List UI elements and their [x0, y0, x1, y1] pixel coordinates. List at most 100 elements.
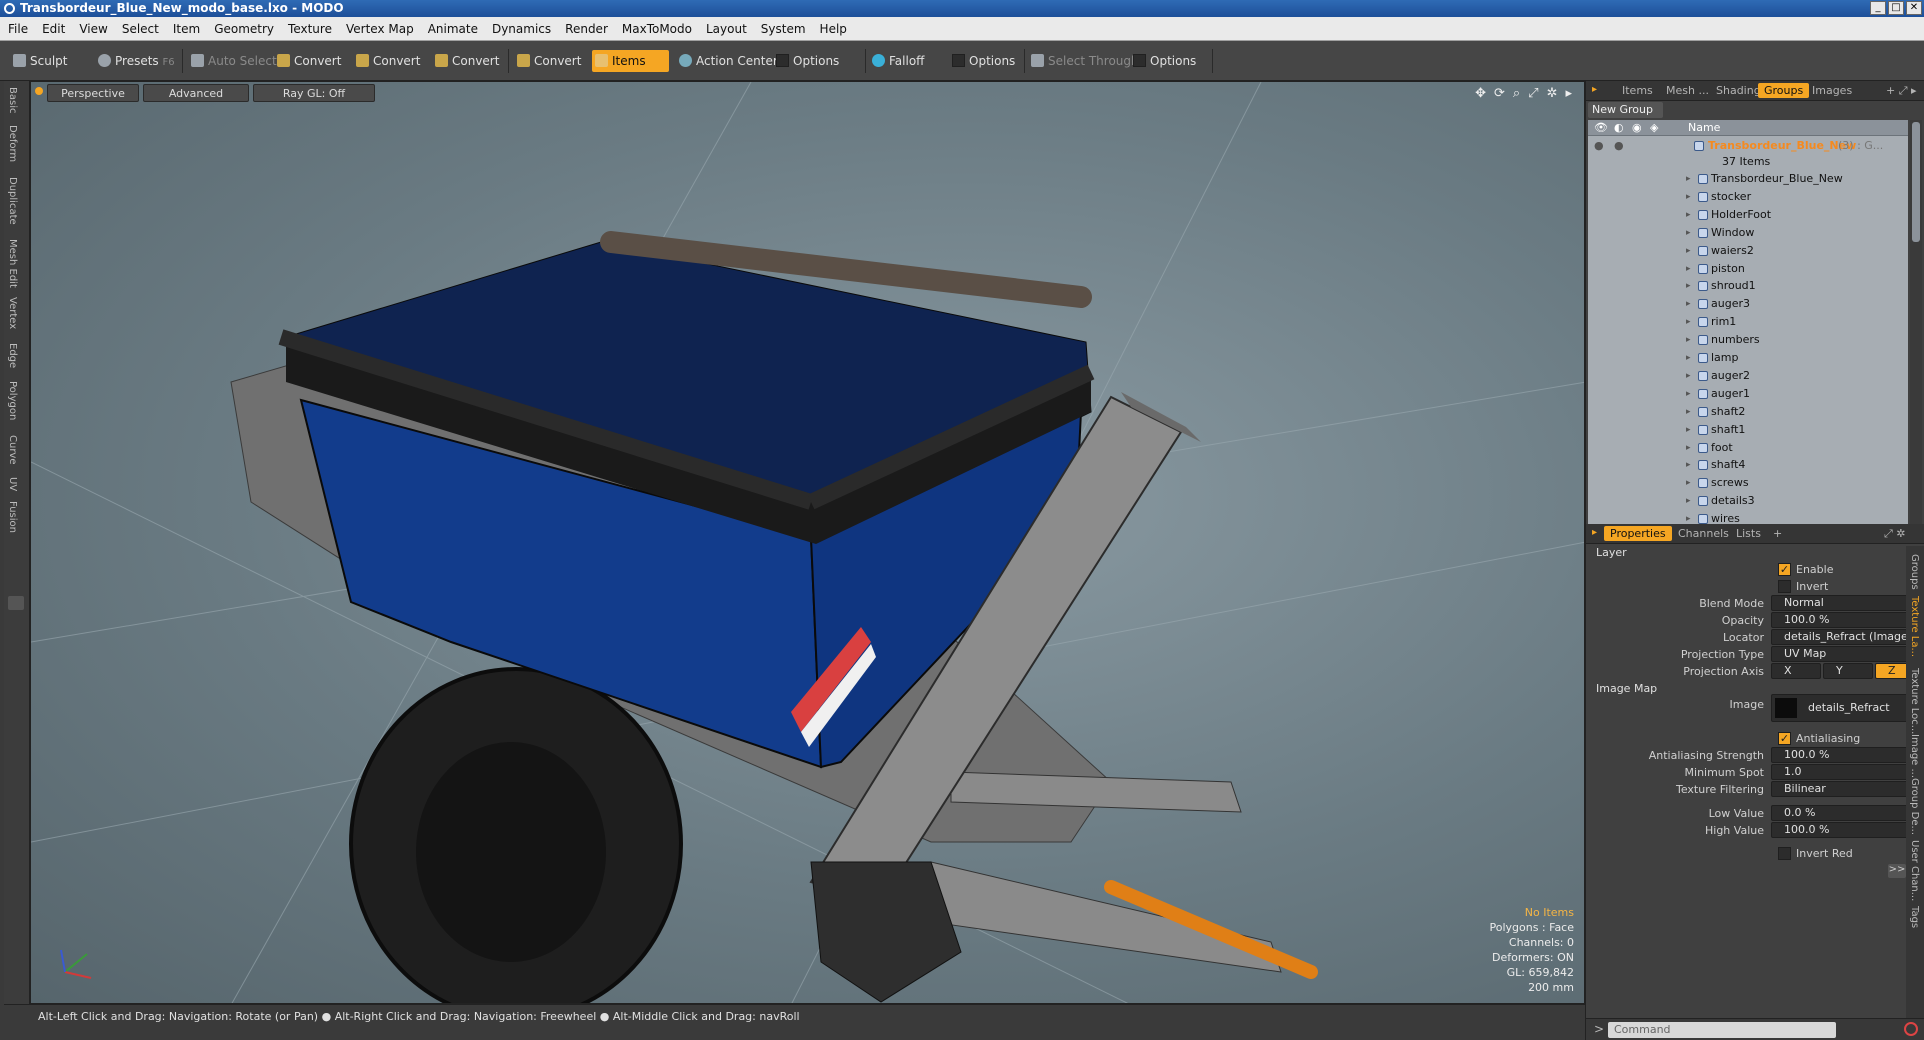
tab-shading[interactable]: Shading: [1716, 84, 1761, 97]
menu-render[interactable]: Render: [565, 22, 608, 36]
command-input[interactable]: Command: [1608, 1022, 1836, 1038]
tab-edge[interactable]: Edge: [7, 343, 18, 368]
menu-texture[interactable]: Texture: [288, 22, 332, 36]
group-item-row[interactable]: ▸ Window: [1588, 224, 1908, 242]
menu-system[interactable]: System: [761, 22, 806, 36]
group-item-row[interactable]: ▸ shaft1: [1588, 421, 1908, 439]
render-header-icon[interactable]: ◐: [1614, 121, 1624, 134]
minimum-spot-field[interactable]: 1.0: [1771, 764, 1924, 780]
root-eye-icon[interactable]: ●: [1594, 137, 1604, 155]
tab-duplicate[interactable]: Duplicate: [7, 177, 18, 225]
convert-button-3[interactable]: Convert: [432, 50, 499, 72]
tab-lists[interactable]: Lists: [1736, 527, 1761, 540]
expand-icon[interactable]: ▸: [1686, 295, 1691, 313]
new-group-button[interactable]: New Group: [1588, 102, 1663, 118]
expand-icon[interactable]: ▸: [1686, 385, 1691, 403]
props-expand-icon[interactable]: ⤢ ✲: [1884, 527, 1906, 541]
group-item-row[interactable]: ▸ shaft4: [1588, 456, 1908, 474]
menu-help[interactable]: Help: [820, 22, 847, 36]
name-column-header[interactable]: Name: [1688, 121, 1720, 134]
tab-polygon[interactable]: Polygon: [7, 381, 18, 420]
tab-items[interactable]: Items: [1622, 84, 1653, 97]
convert-button-4[interactable]: Convert: [514, 50, 581, 72]
group-item-row[interactable]: ▸ foot: [1588, 439, 1908, 457]
expand-icon[interactable]: ▸: [1686, 313, 1691, 331]
command-history-icon[interactable]: [1904, 1022, 1918, 1036]
rtab-image[interactable]: Image ...: [1909, 734, 1920, 778]
rtab-groups[interactable]: Groups: [1909, 554, 1920, 590]
action-center-button[interactable]: Action Center: [676, 50, 778, 72]
tab-mesh-edit[interactable]: Mesh Edit: [7, 239, 18, 288]
expand-icon[interactable]: ▸: [1686, 170, 1691, 188]
expand-icon[interactable]: ▸: [1686, 277, 1691, 295]
options-button-2[interactable]: Options: [949, 50, 1015, 72]
group-item-row[interactable]: ▸ shaft2: [1588, 403, 1908, 421]
group-item-row[interactable]: ▸ waiers2: [1588, 242, 1908, 260]
group-item-row[interactable]: ▸ stocker: [1588, 188, 1908, 206]
options-checkbox[interactable]: [1133, 54, 1146, 67]
expand-icon[interactable]: ▸: [1686, 403, 1691, 421]
menu-view[interactable]: View: [79, 22, 107, 36]
antialiasing-checkbox[interactable]: ✓: [1778, 732, 1791, 745]
maximize-button[interactable]: □: [1888, 1, 1904, 15]
expand-icon[interactable]: ▸: [1686, 349, 1691, 367]
select-through-button[interactable]: Select Through: [1028, 50, 1139, 72]
menu-layout[interactable]: Layout: [706, 22, 747, 36]
group-row-root[interactable]: ● ● Transbordeur_Blue_New (3) : G... 37 …: [1588, 137, 1908, 168]
invert-checkbox[interactable]: [1778, 580, 1791, 593]
menu-vertex-map[interactable]: Vertex Map: [346, 22, 414, 36]
convert-button-1[interactable]: Convert: [274, 50, 341, 72]
group-item-row[interactable]: ▸ numbers: [1588, 331, 1908, 349]
expand-icon[interactable]: ▸: [1686, 421, 1691, 439]
panel-menu-icon[interactable]: ▸: [1592, 84, 1597, 95]
select-header-icon[interactable]: ◈: [1650, 121, 1658, 134]
tab-properties[interactable]: Properties: [1604, 526, 1672, 541]
visibility-header-icon[interactable]: 👁: [1594, 121, 1608, 134]
add-tab-icon[interactable]: + ⤢ ▸: [1886, 84, 1917, 98]
opacity-field[interactable]: 100.0 %: [1771, 612, 1924, 628]
close-button[interactable]: ✕: [1906, 1, 1922, 15]
tab-images[interactable]: Images: [1812, 84, 1852, 97]
image-dropdown[interactable]: details_Refract: [1771, 694, 1924, 722]
layer-section[interactable]: Layer: [1596, 546, 1627, 559]
enable-checkbox[interactable]: ✓: [1778, 563, 1791, 576]
group-item-row[interactable]: ▸ piston: [1588, 260, 1908, 278]
options-button-3[interactable]: Options: [1130, 50, 1196, 72]
expand-icon[interactable]: ▸: [1686, 188, 1691, 206]
tab-channels[interactable]: Channels: [1678, 527, 1729, 540]
menu-file[interactable]: File: [8, 22, 28, 36]
group-item-row[interactable]: ▸ rim1: [1588, 313, 1908, 331]
menu-select[interactable]: Select: [122, 22, 159, 36]
expand-icon[interactable]: ▸: [1686, 224, 1691, 242]
panel-toggle-button[interactable]: [8, 596, 24, 610]
expand-icon[interactable]: ▸: [1686, 456, 1691, 474]
3d-viewport[interactable]: Perspective Advanced Ray GL: Off ✥ ⟳ ⌕ ⤢…: [30, 81, 1585, 1004]
menu-edit[interactable]: Edit: [42, 22, 65, 36]
axis-y-button[interactable]: Y: [1823, 663, 1873, 679]
options-checkbox[interactable]: [952, 54, 965, 67]
expand-icon[interactable]: ▸: [1686, 242, 1691, 260]
group-item-row[interactable]: ▸ HolderFoot: [1588, 206, 1908, 224]
invert-red-checkbox[interactable]: [1778, 847, 1791, 860]
menu-geometry[interactable]: Geometry: [214, 22, 274, 36]
projection-type-dropdown[interactable]: UV Map: [1771, 646, 1924, 662]
group-item-row[interactable]: ▸ auger3: [1588, 295, 1908, 313]
menu-item[interactable]: Item: [173, 22, 200, 36]
list-scrollbar[interactable]: [1910, 120, 1922, 532]
falloff-button[interactable]: Falloff: [869, 50, 924, 72]
minimize-button[interactable]: _: [1870, 1, 1886, 15]
expand-icon[interactable]: ▸: [1686, 439, 1691, 457]
lock-header-icon[interactable]: ◉: [1632, 121, 1642, 134]
group-item-row[interactable]: ▸ auger1: [1588, 385, 1908, 403]
rtab-texture-layers[interactable]: Texture La...: [1909, 596, 1920, 657]
tab-mesh[interactable]: Mesh ...: [1666, 84, 1709, 97]
group-item-row[interactable]: ▸ details3: [1588, 492, 1908, 510]
tab-vertex[interactable]: Vertex: [7, 297, 18, 329]
add-props-tab-icon[interactable]: +: [1773, 527, 1782, 540]
expand-icon[interactable]: ▸: [1686, 206, 1691, 224]
group-item-row[interactable]: ▸ screws: [1588, 474, 1908, 492]
image-map-section[interactable]: Image Map: [1596, 682, 1657, 695]
props-menu-icon[interactable]: ▸: [1592, 527, 1597, 538]
expand-icon[interactable]: ▸: [1686, 260, 1691, 278]
rtab-user-channels[interactable]: User Chan...: [1909, 840, 1920, 901]
